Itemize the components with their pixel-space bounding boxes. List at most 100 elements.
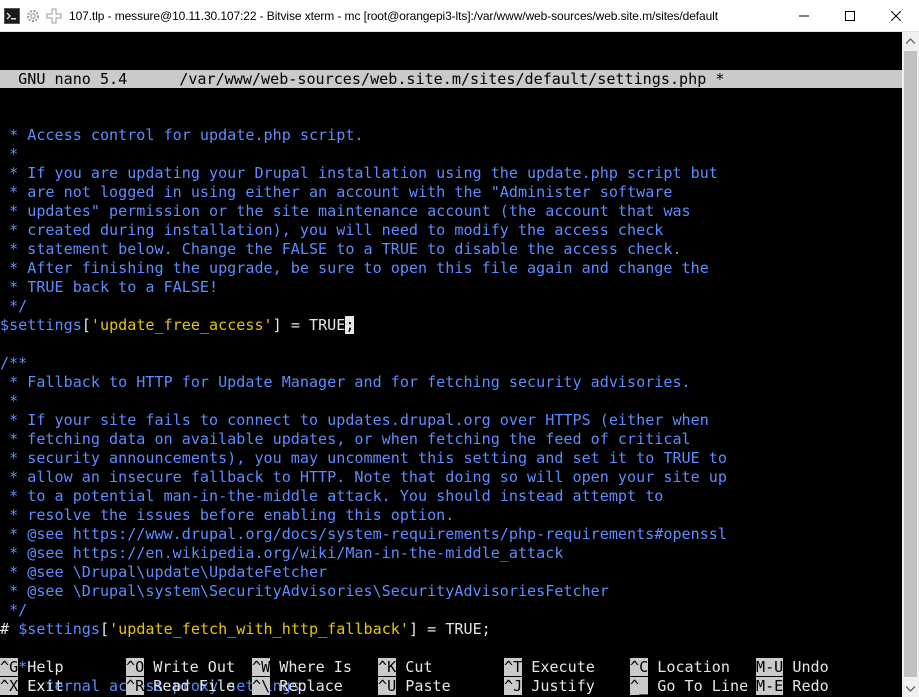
shortcut-label: Justify [531, 677, 595, 695]
code-line[interactable]: * statement below. Change the FALSE to a… [0, 240, 902, 259]
code-token: * @see https://www.drupal.org/docs/syste… [0, 525, 727, 543]
shortcut-key: ^\ [252, 677, 271, 695]
code-line[interactable]: * allow an insecure fallback to HTTP. No… [0, 468, 902, 487]
shortcut-key: M-E [756, 677, 784, 695]
shortcut-gap [396, 658, 405, 676]
code-line[interactable]: $settings['update_free_access'] = TRUE; [0, 316, 902, 335]
shortcut-where-is[interactable]: ^W Where Is [252, 658, 352, 677]
shortcut-key: ^X [0, 677, 19, 695]
shortcut-gap [783, 677, 792, 695]
code-token: * security announcements), you may uncom… [0, 449, 727, 467]
code-line[interactable]: * resolve the issues before enabling thi… [0, 506, 902, 525]
code-line[interactable]: * fetching data on available updates, or… [0, 430, 902, 449]
code-line[interactable]: * Fallback to HTTP for Update Manager an… [0, 373, 902, 392]
vertical-scrollbar[interactable] [902, 32, 919, 697]
app-icon[interactable] [3, 7, 21, 25]
window-titlebar: 107.tlp - messure@10.11.30.107:22 - Bitv… [0, 0, 919, 32]
nano-header-bar: GNU nano 5.4/var/www/web-sources/web.sit… [0, 70, 902, 88]
code-line[interactable]: * [0, 392, 902, 411]
code-line[interactable]: * After finishing the upgrade, be sure t… [0, 259, 902, 278]
shortcut-exit[interactable]: ^X Exit [0, 677, 64, 696]
code-line[interactable]: * updates" permission or the site mainte… [0, 202, 902, 221]
code-line[interactable]: * Access control for update.php script. [0, 126, 902, 145]
code-line[interactable]: # $settings['update_fetch_with_http_fall… [0, 620, 902, 639]
shortcut-gap [522, 677, 531, 695]
shortcut-undo[interactable]: M-U Undo [756, 658, 829, 677]
shortcut-label: Write Out [153, 658, 236, 676]
editor-content[interactable]: * Access control for update.php script. … [0, 126, 902, 697]
code-line[interactable] [0, 335, 902, 354]
shortcut-key: ^O [126, 658, 145, 676]
code-line[interactable]: */ [0, 297, 902, 316]
shortcut-label: Undo [792, 658, 829, 676]
shortcut-go-to-line[interactable]: ^_ Go To Line [630, 677, 748, 696]
shortcut-execute[interactable]: ^T Execute [504, 658, 595, 677]
code-line[interactable]: * @see \Drupal\system\SecurityAdvisories… [0, 582, 902, 601]
code-token: ] = TRUE; [408, 620, 491, 638]
code-line[interactable]: * @see https://www.drupal.org/docs/syste… [0, 525, 902, 544]
code-token: * @see \Drupal\update\UpdateFetcher [0, 563, 328, 581]
code-token: * allow an insecure fallback to HTTP. No… [0, 468, 727, 486]
shortcut-help[interactable]: ^G Help [0, 658, 64, 677]
code-line[interactable]: * are not logged in using either an acco… [0, 183, 902, 202]
close-button[interactable] [873, 0, 919, 31]
shortcut-key: ^W [252, 658, 271, 676]
code-token: * After finishing the upgrade, be sure t… [0, 259, 709, 277]
maximize-button[interactable] [827, 0, 873, 31]
code-line[interactable]: * [0, 145, 902, 164]
code-line[interactable]: * If your site fails to connect to updat… [0, 411, 902, 430]
code-line[interactable]: */ [0, 601, 902, 620]
shortcut-paste[interactable]: ^U Paste [378, 677, 451, 696]
code-token: * resolve the issues before enabling thi… [0, 506, 455, 524]
shortcut-location[interactable]: ^C Location [630, 658, 730, 677]
shortcut-read-file[interactable]: ^R Read File [126, 677, 235, 696]
settings-gear-icon[interactable] [24, 7, 42, 25]
shortcut-redo[interactable]: M-E Redo [756, 677, 829, 696]
move-crosshair-icon[interactable] [45, 7, 63, 25]
code-token: * fetching data on available updates, or… [0, 430, 691, 448]
code-line[interactable]: * security announcements), you may uncom… [0, 449, 902, 468]
shortcut-label: Paste [405, 677, 451, 695]
shortcut-write-out[interactable]: ^O Write Out [126, 658, 235, 677]
shortcut-label: Replace [279, 677, 343, 695]
code-token: * [0, 392, 19, 410]
code-token: * TRUE back to a FALSE! [0, 278, 219, 296]
code-line[interactable]: * TRUE back to a FALSE! [0, 278, 902, 297]
code-line[interactable] [0, 639, 902, 658]
shortcut-key: ^R [126, 677, 145, 695]
code-token: * If your site fails to connect to updat… [0, 411, 709, 429]
code-token: $settings [0, 316, 82, 334]
text-cursor: ; [345, 316, 355, 334]
code-token: [ [99, 620, 110, 638]
shortcut-gap [18, 658, 27, 676]
window-controls [781, 0, 919, 31]
scroll-up-arrow-icon[interactable] [902, 32, 919, 49]
shortcut-gap [270, 658, 279, 676]
code-line[interactable]: * to a potential man-in-the-middle attac… [0, 487, 902, 506]
file-path: /var/www/web-sources/web.site.m/sites/de… [179, 70, 725, 88]
minimize-button[interactable] [781, 0, 827, 31]
scroll-thumb[interactable] [904, 51, 917, 677]
window-title: 107.tlp - messure@10.11.30.107:22 - Bitv… [69, 8, 718, 23]
shortcut-replace[interactable]: ^\ Replace [252, 677, 343, 696]
shortcut-gap [648, 658, 657, 676]
scroll-down-arrow-icon[interactable] [902, 680, 919, 697]
code-line[interactable]: * created during installation), you will… [0, 221, 902, 240]
shortcut-label: Cut [405, 658, 433, 676]
terminal-area[interactable]: GNU nano 5.4/var/www/web-sources/web.sit… [0, 32, 902, 697]
shortcut-label: Go To Line [657, 677, 749, 695]
shortcut-label: Exit [27, 677, 64, 695]
code-token: * statement below. Change the FALSE to a… [0, 240, 682, 258]
code-line[interactable]: * @see https://en.wikipedia.org/wiki/Man… [0, 544, 902, 563]
shortcut-cut[interactable]: ^K Cut [378, 658, 433, 677]
code-line[interactable]: /** [0, 354, 902, 373]
shortcut-justify[interactable]: ^J Justify [504, 677, 595, 696]
code-line[interactable]: * If you are updating your Drupal instal… [0, 164, 902, 183]
code-line[interactable]: * @see \Drupal\update\UpdateFetcher [0, 563, 902, 582]
code-token: * If you are updating your Drupal instal… [0, 164, 718, 182]
shortcut-key: ^G [0, 658, 19, 676]
shortcut-gap [270, 677, 279, 695]
shortcut-key: ^J [504, 677, 523, 695]
shortcut-label: Location [657, 658, 730, 676]
shortcut-gap [144, 658, 153, 676]
